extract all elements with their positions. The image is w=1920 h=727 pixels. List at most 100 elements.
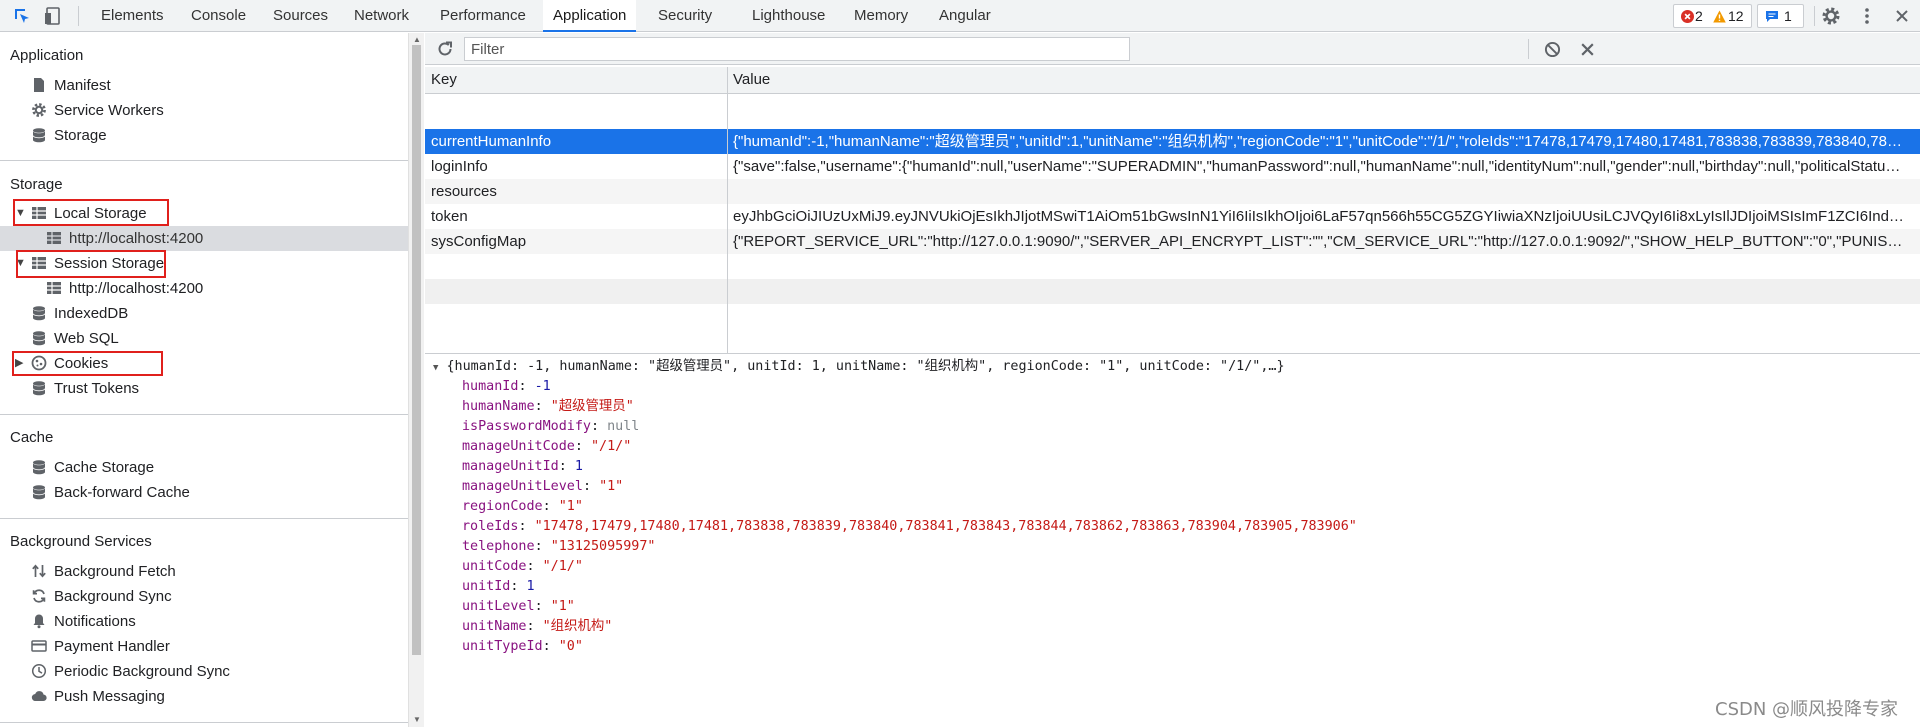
preview-field[interactable]: humanName: "超级管理员" bbox=[462, 397, 634, 417]
tab-application[interactable]: Application bbox=[543, 0, 637, 32]
tab-angular[interactable]: Angular bbox=[929, 0, 1001, 32]
refresh-icon[interactable] bbox=[436, 40, 454, 58]
storage-viewer: Key Value currentHumanInfo {"humanId":-1… bbox=[425, 33, 1920, 727]
preview-field[interactable]: unitCode: "/1/" bbox=[462, 557, 583, 577]
table-row[interactable]: sysConfigMap {"REPORT_SERVICE_URL":"http… bbox=[425, 229, 1920, 254]
sidebar-item-service-workers[interactable]: Service Workers bbox=[0, 98, 408, 123]
key-value-table: Key Value currentHumanInfo {"humanId":-1… bbox=[425, 67, 1920, 354]
preview-field[interactable]: manageUnitId: 1 bbox=[462, 457, 583, 477]
scroll-up-arrow-icon[interactable]: ▲ bbox=[413, 35, 421, 44]
preview-field-key: telephone bbox=[462, 539, 535, 554]
preview-field[interactable]: manageUnitCode: "/1/" bbox=[462, 437, 631, 457]
preview-field[interactable]: unitLevel: "1" bbox=[462, 597, 575, 617]
tab-performance[interactable]: Performance bbox=[430, 0, 536, 32]
close-devtools-icon[interactable] bbox=[1892, 6, 1912, 26]
tab-lighthouse[interactable]: Lighthouse bbox=[742, 0, 835, 32]
preview-field[interactable]: roleIds: "17478,17479,17480,17481,783838… bbox=[462, 517, 1357, 537]
tab-memory[interactable]: Memory bbox=[844, 0, 918, 32]
preview-field[interactable]: regionCode: "1" bbox=[462, 497, 583, 517]
filter-input[interactable] bbox=[464, 37, 1130, 61]
preview-field[interactable]: unitId: 1 bbox=[462, 577, 535, 597]
table-row[interactable]: token eyJhbGciOiJIUzUxMiJ9.eyJNVUkiOjEsI… bbox=[425, 204, 1920, 229]
sidebar-item-storage[interactable]: Storage bbox=[0, 123, 408, 148]
section-heading-storage: Storage bbox=[10, 176, 63, 193]
expand-arrow-icon[interactable]: ▼ bbox=[433, 363, 438, 373]
inspect-element-icon[interactable] bbox=[12, 6, 32, 26]
preview-field[interactable]: humanId: -1 bbox=[462, 377, 551, 397]
sidebar-item-periodic-background-sync[interactable]: Periodic Background Sync bbox=[0, 659, 408, 684]
preview-field[interactable]: telephone: "13125095997" bbox=[462, 537, 656, 557]
more-options-icon[interactable] bbox=[1857, 6, 1877, 26]
message-count: 1 bbox=[1784, 8, 1792, 24]
preview-field-value: "超级管理员" bbox=[550, 399, 634, 414]
messages-badge[interactable]: 1 bbox=[1757, 4, 1804, 28]
scroll-down-arrow-icon[interactable]: ▼ bbox=[413, 715, 421, 724]
table-header: Key Value bbox=[425, 67, 1920, 94]
tab-console[interactable]: Console bbox=[181, 0, 256, 32]
preview-field-value: "0" bbox=[558, 639, 583, 654]
preview-field-key: humanName bbox=[462, 399, 535, 414]
message-icon bbox=[1766, 11, 1778, 22]
sidebar-item-payment-handler[interactable]: Payment Handler bbox=[0, 634, 408, 659]
sidebar-item-cache-storage[interactable]: Cache Storage bbox=[0, 455, 408, 480]
table-row[interactable]: currentHumanInfo {"humanId":-1,"humanNam… bbox=[425, 129, 1920, 154]
sidebar-scrollbar[interactable]: ▲ ▼ bbox=[408, 33, 424, 727]
preview-field-key: unitLevel bbox=[462, 599, 535, 614]
watermark: CSDN @顺风投降专家 bbox=[1715, 699, 1899, 720]
sidebar-item-background-sync[interactable]: Background Sync bbox=[0, 584, 408, 609]
sidebar-item-indexeddb[interactable]: IndexedDB bbox=[0, 301, 408, 326]
preview-field-key: manageUnitLevel bbox=[462, 479, 583, 494]
tab-elements[interactable]: Elements bbox=[91, 0, 174, 32]
table-row[interactable]: loginInfo {"save":false,"username":{"hum… bbox=[425, 154, 1920, 179]
table-grid-icon bbox=[47, 232, 61, 244]
column-divider[interactable] bbox=[727, 67, 728, 353]
sidebar-item-websql[interactable]: Web SQL bbox=[0, 326, 408, 351]
column-header-value[interactable]: Value bbox=[733, 67, 770, 92]
annotation-box-cookies bbox=[12, 351, 163, 376]
preview-field-key: humanId bbox=[462, 379, 519, 394]
tab-network[interactable]: Network bbox=[344, 0, 419, 32]
tab-sources[interactable]: Sources bbox=[263, 0, 338, 32]
warning-icon bbox=[1713, 10, 1726, 23]
preview-field-value: 1 bbox=[574, 459, 583, 474]
row-key: currentHumanInfo bbox=[431, 133, 552, 150]
preview-field[interactable]: unitName: "组织机构" bbox=[462, 617, 612, 637]
delete-selected-icon[interactable] bbox=[1579, 41, 1596, 58]
table-row[interactable]: resources bbox=[425, 179, 1920, 204]
device-toolbar-icon[interactable] bbox=[43, 6, 63, 26]
row-value: {"REPORT_SERVICE_URL":"http://127.0.0.1:… bbox=[733, 233, 1905, 250]
table-grid-icon bbox=[47, 282, 61, 294]
row-value: {"humanId":-1,"humanName":"超级管理员","unitI… bbox=[733, 133, 1905, 150]
value-preview: ▼ {humanId: -1, humanName: "超级管理员", unit… bbox=[425, 355, 1920, 727]
database-icon bbox=[32, 128, 46, 143]
sync-icon bbox=[32, 589, 46, 603]
preview-field-key: unitTypeId bbox=[462, 639, 543, 654]
sidebar-item-back-forward-cache[interactable]: Back-forward Cache bbox=[0, 480, 408, 505]
document-icon bbox=[34, 78, 44, 92]
clear-all-icon[interactable] bbox=[1544, 41, 1561, 58]
preview-field[interactable]: manageUnitLevel: "1" bbox=[462, 477, 623, 497]
sidebar-item-notifications[interactable]: Notifications bbox=[0, 609, 408, 634]
scrollbar-thumb[interactable] bbox=[412, 45, 421, 655]
sidebar-item-trust-tokens[interactable]: Trust Tokens bbox=[0, 376, 408, 401]
tab-security[interactable]: Security bbox=[648, 0, 722, 32]
toolbar-divider bbox=[1814, 6, 1815, 26]
preview-field[interactable]: unitTypeId: "0" bbox=[462, 637, 583, 657]
settings-gear-icon[interactable] bbox=[1821, 6, 1841, 26]
sidebar-item-background-fetch[interactable]: Background Fetch bbox=[0, 559, 408, 584]
preview-field-value: "17478,17479,17480,17481,783838,783839,7… bbox=[534, 519, 1357, 534]
sidebar-item-push-messaging[interactable]: Push Messaging bbox=[0, 684, 408, 709]
preview-field[interactable]: isPasswordModify: null bbox=[462, 417, 639, 437]
database-icon bbox=[32, 381, 46, 396]
column-header-key[interactable]: Key bbox=[431, 67, 457, 92]
sidebar-item-manifest[interactable]: Manifest bbox=[0, 73, 408, 98]
warning-count: 12 bbox=[1728, 8, 1744, 24]
empty-table-row bbox=[425, 279, 1920, 304]
sidebar-item-session-origin[interactable]: http://localhost:4200 bbox=[0, 276, 408, 301]
preview-field-key: manageUnitId bbox=[462, 459, 559, 474]
preview-summary[interactable]: ▼ {humanId: -1, humanName: "超级管理员", unit… bbox=[433, 357, 1285, 377]
sidebar-item-local-origin[interactable]: http://localhost:4200 bbox=[0, 226, 408, 251]
preview-field-key: isPasswordModify bbox=[462, 419, 591, 434]
row-value bbox=[733, 179, 1905, 204]
errors-warnings-badge[interactable]: 2 12 bbox=[1673, 4, 1752, 28]
